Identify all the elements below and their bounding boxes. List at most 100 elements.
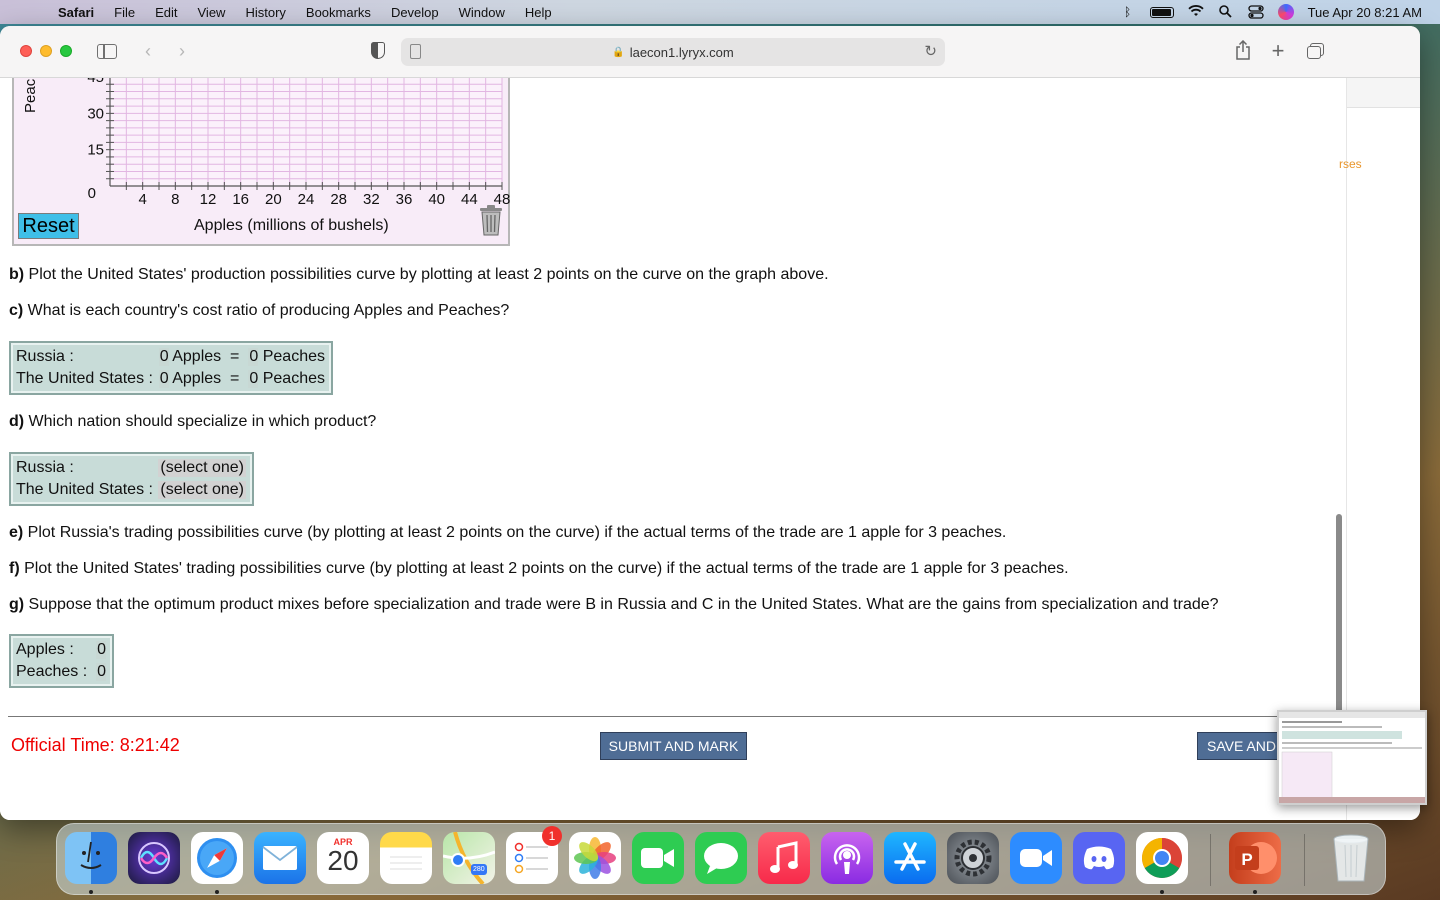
us-peaches-input[interactable]: 0 [248, 370, 259, 388]
gains-apples-input[interactable]: 0 [96, 641, 106, 659]
dock-podcasts[interactable] [821, 832, 873, 884]
siri-icon [128, 832, 180, 884]
app-store-icon [884, 832, 936, 884]
russia-apples-input[interactable]: 0 [158, 348, 169, 366]
menu-window[interactable]: Window [459, 5, 505, 20]
reload-icon[interactable]: ↻ [924, 42, 937, 60]
siri-icon[interactable] [1277, 4, 1294, 20]
y-tick-label: 45 [87, 78, 104, 86]
us-apples-input[interactable]: 0 [158, 370, 169, 388]
safari-window: ‹ › 🔒 laecon1.lyryx.com ↻ + 4 8 12 16 20 24 28… [0, 26, 1420, 820]
dock-siri[interactable] [128, 832, 180, 884]
reset-button[interactable]: Reset [18, 213, 79, 239]
russia-peaches-input[interactable]: 0 [248, 348, 259, 366]
new-tab-plus-icon[interactable]: + [1268, 40, 1288, 62]
dock-separator [1304, 834, 1305, 886]
specialize-row-russia: Russia : (select one) [16, 457, 246, 479]
zoom-window-button[interactable] [60, 45, 72, 57]
sidebar-toggle-icon[interactable] [97, 40, 119, 62]
share-icon[interactable] [1233, 39, 1253, 62]
wifi-icon[interactable] [1187, 5, 1204, 19]
dock-notes[interactable] [380, 832, 432, 884]
dock-facetime[interactable] [632, 832, 684, 884]
minimize-window-button[interactable] [40, 45, 52, 57]
privacy-shield-icon[interactable] [369, 40, 387, 62]
dock-mail[interactable] [254, 832, 306, 884]
dock-zoom[interactable] [1010, 832, 1062, 884]
official-time: Official Time: 8:21:42 [11, 735, 180, 755]
trash-bin-icon [1325, 832, 1377, 884]
question-b-letter: b) [9, 266, 25, 283]
tab-overview-icon[interactable] [1306, 40, 1328, 62]
bluetooth-icon[interactable]: ᛒ [1120, 5, 1136, 19]
dock-system-preferences[interactable] [947, 832, 999, 884]
menu-history[interactable]: History [245, 5, 285, 20]
gains-peaches-input[interactable]: 0 [96, 663, 106, 681]
menu-file[interactable]: File [114, 5, 135, 20]
specialize-box: Russia : (select one) The United States … [9, 452, 254, 506]
safari-running-dot [215, 890, 219, 894]
thumbnail-preview-image [1279, 712, 1425, 803]
forward-arrow-icon[interactable]: › [172, 40, 192, 62]
cost-ratio-row-us: The United States : 0 Apples = 0 Peaches [16, 368, 325, 390]
dock-app-store[interactable] [884, 832, 936, 884]
facetime-camera-icon [632, 832, 684, 884]
maps-icon [443, 832, 495, 884]
courses-link[interactable]: rses [1339, 157, 1362, 171]
powerpoint-icon: P [1229, 832, 1281, 884]
close-window-button[interactable] [20, 45, 32, 57]
dock-reminders[interactable]: 1 [506, 826, 562, 884]
menu-develop[interactable]: Develop [391, 5, 439, 20]
x-tick-label: 28 [330, 191, 347, 208]
dock-trash[interactable] [1325, 832, 1377, 884]
x-axis-title: Apples (millions of bushels) [194, 217, 389, 234]
safari-compass-icon [191, 832, 243, 884]
dock-calendar[interactable]: APR 20 [317, 832, 369, 884]
question-e-letter: e) [9, 524, 24, 541]
powerpoint-running-dot [1253, 890, 1257, 894]
messages-bubble-icon [695, 832, 747, 884]
x-tick-label: 4 [138, 191, 146, 208]
peaches-unit-label: Peaches [258, 370, 325, 387]
dock-safari[interactable] [191, 832, 243, 884]
submit-and-mark-button[interactable]: SUBMIT AND MARK [600, 732, 747, 760]
menu-edit[interactable]: Edit [155, 5, 177, 20]
dock-finder[interactable] [65, 832, 117, 884]
spotlight-search-icon[interactable] [1218, 5, 1234, 19]
menu-bookmarks[interactable]: Bookmarks [306, 5, 371, 20]
menu-view[interactable]: View [198, 5, 226, 20]
dock-messages[interactable] [695, 832, 747, 884]
music-note-icon [758, 832, 810, 884]
us-product-select[interactable]: (select one) [158, 481, 246, 499]
dock-maps[interactable]: 280 [443, 832, 495, 884]
gains-row-apples: Apples : 0 [16, 639, 106, 661]
dock-powerpoint[interactable]: P [1229, 832, 1281, 884]
menu-clock[interactable]: Tue Apr 20 8:21 AM [1308, 5, 1422, 20]
menu-app-name[interactable]: Safari [58, 5, 94, 20]
x-tick-label: 8 [171, 191, 179, 208]
dock-photos[interactable] [569, 832, 621, 884]
dock-discord[interactable] [1073, 832, 1125, 884]
country-label: Russia : [16, 459, 74, 476]
control-center-icon[interactable] [1247, 5, 1264, 19]
maps-highway-shield: 280 [473, 866, 485, 873]
menu-bar: Safari File Edit View History Bookmarks … [0, 0, 1440, 24]
question-f-letter: f) [9, 560, 20, 577]
dock-music[interactable] [758, 832, 810, 884]
dock-chrome[interactable] [1136, 832, 1188, 884]
back-arrow-icon[interactable]: ‹ [138, 40, 158, 62]
address-bar[interactable]: 🔒 laecon1.lyryx.com ↻ [401, 38, 945, 66]
trash-icon[interactable] [476, 204, 506, 236]
apples-unit-label: Apples = [168, 370, 249, 387]
question-f: f) Plot the United States' trading possi… [9, 560, 1069, 578]
page-reader-icon[interactable] [410, 44, 421, 59]
question-g-text: Suppose that the optimum product mixes b… [24, 596, 1219, 613]
battery-icon[interactable] [1149, 6, 1174, 18]
question-g: g) Suppose that the optimum product mixe… [9, 596, 1219, 614]
question-c: c) What is each country's cost ratio of … [9, 302, 509, 320]
screenshot-thumbnail[interactable] [1277, 710, 1427, 805]
russia-product-select[interactable]: (select one) [158, 459, 246, 477]
menu-help[interactable]: Help [525, 5, 552, 20]
x-tick-label: 12 [200, 191, 217, 208]
question-d: d) Which nation should specialize in whi… [9, 413, 376, 431]
